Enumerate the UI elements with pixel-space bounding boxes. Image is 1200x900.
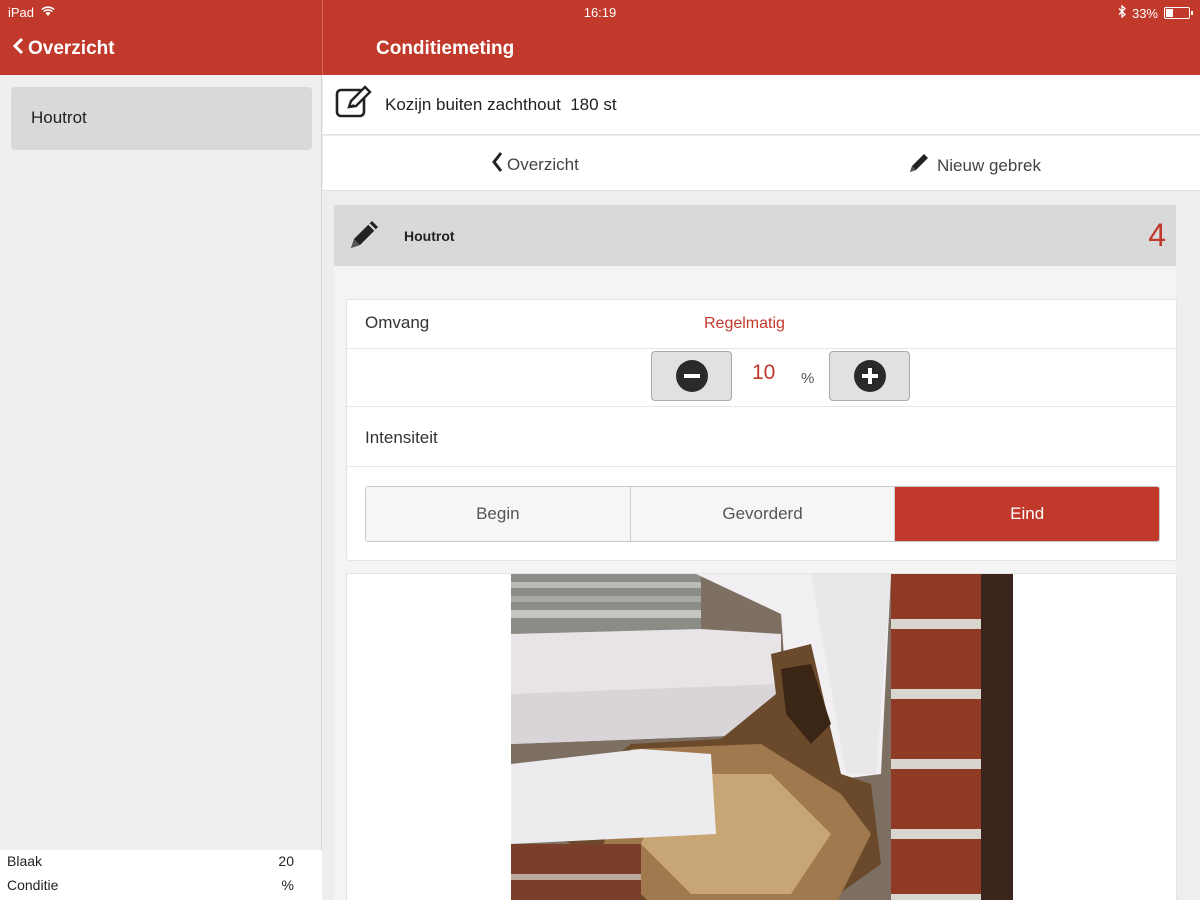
pencil-icon [907,151,931,180]
defect-header: Houtrot 4 [334,205,1176,266]
bluetooth-icon [1118,4,1126,21]
battery-icon [1164,7,1193,19]
footer-row-blaak: Blaak 20 [0,850,322,874]
divider [347,466,1176,467]
footer-value: % [281,877,294,893]
top-bar: iPad 16:19 33% Overzicht Conditiemeting [0,0,1200,75]
new-defect-label: Nieuw gebrek [937,155,1041,175]
object-name: Kozijn buiten zachthout 180 st [385,94,617,114]
status-time: 16:19 [583,5,617,20]
intensiteit-label: Intensiteit [365,428,438,447]
intensity-option-begin[interactable]: Begin [366,487,631,541]
sidebar: Houtrot Blaak 20 Conditie % [0,75,322,900]
defect-photo[interactable] [511,574,1013,900]
battery-fill [1166,9,1173,17]
overview-back-button[interactable]: Overzicht [491,151,579,178]
defect-number: 4 [1148,217,1166,253]
plus-circle-icon [853,360,886,392]
divider [347,406,1176,407]
omvang-value: Regelmatig [704,315,785,332]
intensity-option-gevorderd[interactable]: Gevorderd [630,487,896,541]
page-title: Conditiemeting [376,38,515,59]
battery-percent: 33% [1131,5,1158,21]
intensity-option-eind[interactable]: Eind [895,487,1159,541]
overview-back-label: Overzicht [507,154,579,174]
status-right: 33% [1118,4,1193,21]
increase-button[interactable] [829,351,910,401]
omvang-label: Omvang [365,313,430,332]
intensity-segmented-control: Begin Gevorderd Eind [365,486,1160,542]
nav-back-button[interactable]: Overzicht [12,37,115,61]
edit-square-icon[interactable] [335,85,373,124]
sidebar-footer: Blaak 20 Conditie % [0,850,322,900]
divider [347,348,1176,349]
object-bar: Kozijn buiten zachthout 180 st [323,75,1200,135]
main-content: Kozijn buiten zachthout 180 st Overzicht… [323,75,1200,900]
percentage-value: 10 [752,361,776,384]
pencil-icon[interactable] [348,217,382,254]
nav-back-label: Overzicht [28,38,115,59]
sub-navigation: Overzicht Nieuw gebrek [323,136,1200,191]
measurement-card: Omvang Regelmatig 10 % Intensiteit Begin… [346,299,1177,561]
defect-title: Houtrot [404,227,455,244]
footer-label: Conditie [7,877,59,893]
new-defect-button[interactable]: Nieuw gebrek [907,151,1041,180]
chevron-left-icon [12,37,24,61]
sidebar-item-label: Houtrot [31,108,87,127]
footer-row-conditie: Conditie % [0,874,322,898]
sidebar-item-houtrot[interactable]: Houtrot [11,87,312,150]
footer-label: Blaak [7,853,43,869]
percentage-unit: % [801,370,815,387]
decrease-button[interactable] [651,351,732,401]
photo-card [346,573,1177,900]
nav-divider [322,0,323,75]
minus-circle-icon [675,360,708,392]
chevron-left-icon [491,151,503,178]
footer-value: 20 [278,853,294,869]
